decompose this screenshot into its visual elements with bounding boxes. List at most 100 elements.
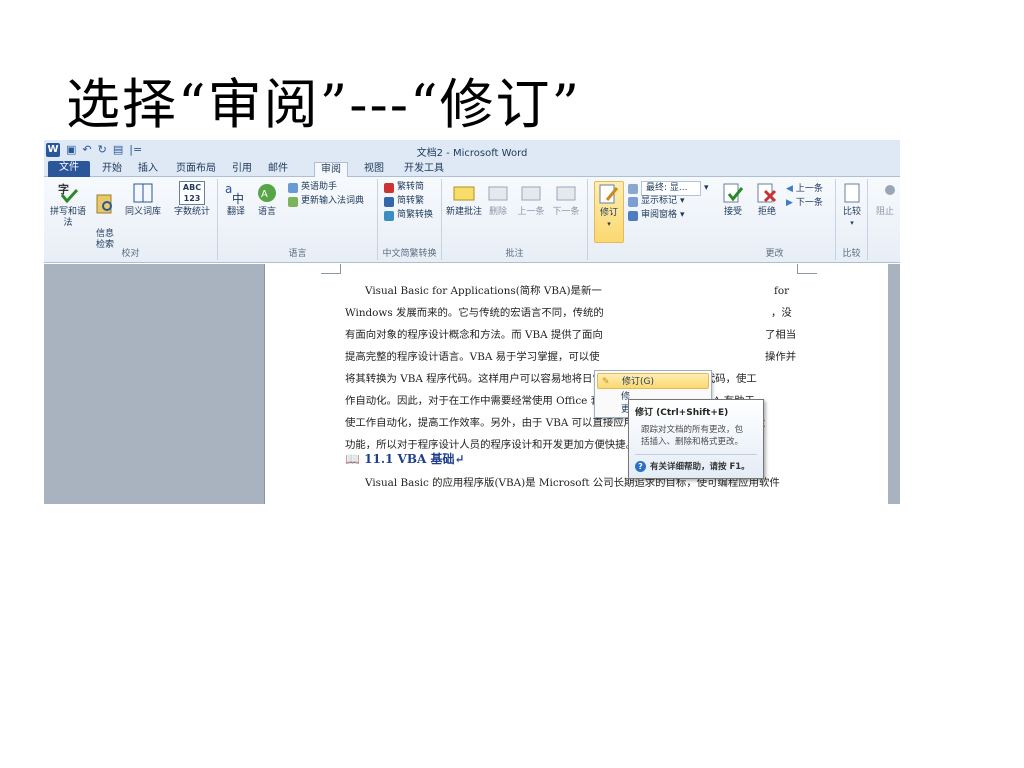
translate-icon: a中 bbox=[225, 182, 244, 205]
new-comment-button[interactable]: 新建批注 bbox=[444, 181, 484, 218]
research-button[interactable]: 信息 检索 bbox=[92, 181, 118, 251]
word-count-icon: ABC 123 bbox=[179, 181, 205, 205]
tab-page-layout[interactable]: 页面布局 bbox=[170, 162, 222, 177]
group-label-proofing: 校对 bbox=[121, 249, 140, 259]
crop-mark bbox=[321, 264, 341, 274]
crop-mark bbox=[797, 264, 817, 274]
new-comment-icon bbox=[453, 186, 475, 201]
window-title: 文档2 - Microsoft Word bbox=[416, 148, 528, 159]
next-comment-icon bbox=[556, 186, 576, 201]
tab-view[interactable]: 视图 bbox=[358, 162, 390, 177]
tab-home[interactable]: 开始 bbox=[96, 162, 128, 177]
next-change-button[interactable]: ▶ 下一条 bbox=[786, 197, 823, 210]
tab-file[interactable]: 文件 bbox=[48, 161, 90, 177]
help-icon: ? bbox=[635, 460, 646, 472]
group-protect: 阻止 bbox=[868, 179, 900, 260]
word-count-button[interactable]: ABC 123 字数统计 bbox=[168, 181, 216, 218]
block-authors-icon bbox=[885, 185, 895, 195]
next-change-icon: ▶ bbox=[786, 198, 793, 208]
tab-mailings[interactable]: 邮件 bbox=[262, 162, 294, 177]
group-label-compare: 比较 bbox=[842, 249, 861, 259]
svg-text:字: 字 bbox=[58, 182, 69, 196]
language-button[interactable]: A 语言 bbox=[252, 181, 282, 218]
display-review-icon bbox=[628, 183, 638, 194]
book-icon: 📖 bbox=[345, 452, 360, 466]
update-ime-button[interactable]: 更新输入法词典 bbox=[288, 195, 364, 208]
line-tail-4: 操作并 bbox=[765, 351, 797, 363]
track-changes-icon bbox=[599, 184, 619, 204]
accept-button[interactable]: 接受 bbox=[718, 181, 748, 218]
language-icon: A bbox=[258, 184, 276, 202]
line-tail-1: for bbox=[774, 285, 790, 297]
translate-button[interactable]: a中 翻译 bbox=[222, 181, 250, 218]
group-comments: 新建批注 删除 上一条 下一条 批注 bbox=[442, 179, 588, 260]
group-label-language: 语言 bbox=[288, 249, 307, 259]
thesaurus-icon bbox=[133, 183, 153, 203]
word-window-screenshot: W ▣ ↶ ↻ ▤ |= 文档2 - Microsoft Word 文件 开始 … bbox=[44, 140, 900, 504]
reviewing-pane-icon bbox=[628, 210, 638, 221]
next-comment-button[interactable]: 下一条 bbox=[548, 181, 584, 218]
to-traditional-icon bbox=[384, 196, 394, 207]
accept-icon bbox=[723, 183, 744, 203]
slide-title: 选择“审阅”---“修订” bbox=[66, 73, 582, 136]
previous-comment-icon bbox=[521, 186, 541, 201]
track-changes-button[interactable]: 修订 ▾ bbox=[594, 181, 624, 243]
thesaurus-button[interactable]: 同义词库 bbox=[118, 181, 168, 218]
group-compare: 比较 ▾ 比较 bbox=[836, 179, 868, 260]
compare-icon bbox=[844, 183, 860, 203]
convert-button[interactable]: 简繁转换 bbox=[384, 209, 433, 222]
group-proofing: 字 拼写和语法 信息 检索 同义词库 ABC 123 字数统计 校对 bbox=[44, 179, 218, 260]
reviewing-pane-button[interactable]: 审阅窗格 ▾ bbox=[628, 209, 685, 222]
previous-comment-button[interactable]: 上一条 bbox=[514, 181, 548, 218]
tooltip-help: ? 有关详细帮助，请按 F1。 bbox=[635, 460, 757, 472]
title-bar: W ▣ ↶ ↻ ▤ |= 文档2 - Microsoft Word bbox=[44, 140, 900, 160]
tab-review[interactable]: 审阅 bbox=[314, 162, 348, 178]
block-authors-button[interactable]: 阻止 bbox=[870, 181, 900, 218]
tooltip-title: 修订 (Ctrl+Shift+E) bbox=[635, 408, 729, 418]
track-changes-menu-icon: ✎ bbox=[602, 377, 610, 387]
english-assistant-icon bbox=[288, 182, 298, 193]
ribbon: 字 拼写和语法 信息 检索 同义词库 ABC 123 字数统计 校对 a 中 翻… bbox=[44, 177, 900, 263]
ribbon-tabs: 文件 开始 插入 页面布局 引用 邮件 审阅 视图 开发工具 bbox=[44, 160, 900, 178]
reject-icon bbox=[757, 183, 777, 203]
show-markup-button[interactable]: 显示标记 ▾ bbox=[628, 195, 685, 208]
line-tail-2: ，没 bbox=[771, 307, 792, 319]
display-for-review-select[interactable]: 最终: 显... ▾ bbox=[628, 181, 709, 196]
delete-comment-icon bbox=[488, 186, 508, 201]
convert-icon bbox=[384, 210, 394, 221]
tab-references[interactable]: 引用 bbox=[226, 162, 258, 177]
tooltip-body: 跟踪对文档的所有更改，包 括插入、删除和格式更改。 bbox=[641, 425, 744, 447]
document-page[interactable]: Visual Basic for Applications(简称 VBA)是新一… bbox=[264, 264, 888, 504]
line-tail-3: 了相当 bbox=[765, 329, 797, 341]
svg-text:A: A bbox=[261, 189, 268, 200]
group-chinese-conversion: 繁转简 简转繁 简繁转换 中文简繁转换 bbox=[378, 179, 442, 260]
show-markup-icon bbox=[628, 196, 638, 207]
english-assistant-button[interactable]: 英语助手 bbox=[288, 181, 337, 194]
track-changes-tooltip: 修订 (Ctrl+Shift+E) 跟踪对文档的所有更改，包 括插入、删除和格式… bbox=[628, 399, 764, 479]
tooltip-separator bbox=[635, 454, 757, 455]
spelling-grammar-button[interactable]: 字 拼写和语法 bbox=[46, 181, 90, 229]
simplified-to-traditional-button[interactable]: 简转繁 bbox=[384, 195, 424, 208]
to-simplified-icon bbox=[384, 182, 394, 193]
tab-developer[interactable]: 开发工具 bbox=[398, 162, 450, 177]
section-heading: 📖 11.1 VBA 基础↵ bbox=[345, 452, 465, 466]
previous-change-button[interactable]: ◀ 上一条 bbox=[786, 183, 823, 196]
chevron-down-icon: ▾ bbox=[680, 210, 685, 220]
tab-insert[interactable]: 插入 bbox=[132, 162, 164, 177]
group-changes: 接受 拒绝 ◀ 上一条 ▶ 下一条 更改 bbox=[714, 179, 836, 260]
group-label-chinese: 中文简繁转换 bbox=[382, 249, 437, 259]
delete-comment-button[interactable]: 删除 bbox=[484, 181, 512, 218]
update-ime-icon bbox=[288, 196, 298, 207]
menu-item-track-changes[interactable]: ✎ 修订(G) bbox=[597, 373, 709, 389]
svg-text:中: 中 bbox=[232, 191, 244, 205]
traditional-to-simplified-button[interactable]: 繁转简 bbox=[384, 181, 424, 194]
spelling-icon: 字 bbox=[58, 182, 79, 204]
previous-change-icon: ◀ bbox=[786, 184, 793, 194]
compare-button[interactable]: 比较 ▾ bbox=[838, 181, 866, 229]
chevron-down-icon: ▾ bbox=[680, 196, 685, 206]
group-language: a中 翻译 A 语言 英语助手 更新输入法词典 语言 bbox=[218, 179, 378, 260]
reject-button[interactable]: 拒绝 bbox=[752, 181, 782, 218]
research-icon bbox=[96, 194, 112, 214]
document-area: Visual Basic for Applications(简称 VBA)是新一… bbox=[44, 264, 900, 504]
group-tracking: 修订 ▾ 最终: 显... ▾ 显示标记 ▾ 审阅窗格 ▾ bbox=[588, 179, 714, 260]
